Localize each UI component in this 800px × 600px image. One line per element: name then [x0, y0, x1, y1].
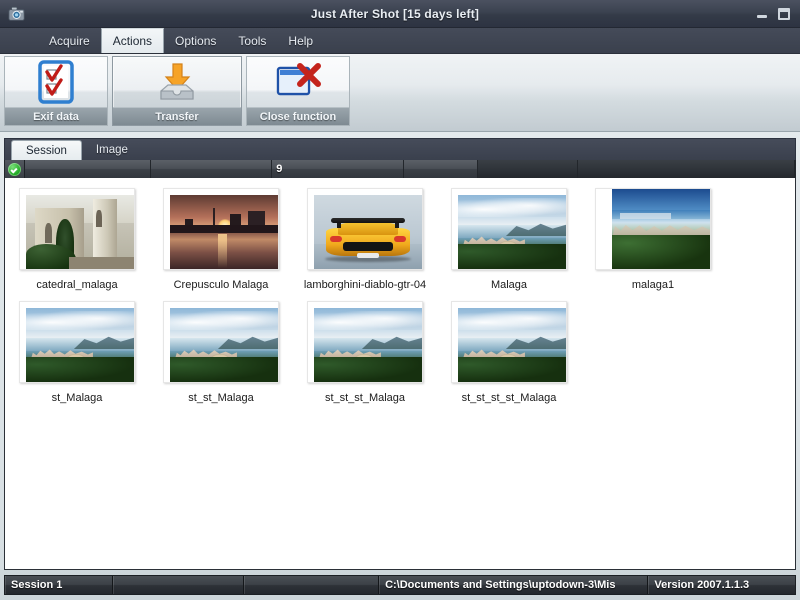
thumbnail-image	[314, 308, 422, 382]
thumbnail-caption: st_st_st_st_Malaga	[462, 392, 557, 404]
thumbnail-caption: catedral_malaga	[36, 279, 117, 291]
column-header-5[interactable]	[578, 160, 795, 178]
status-cell-3: C:\Documents and Settings\uptodown-3\Mis	[379, 576, 648, 594]
content-panel: SessionImage 9 catedral_malaga Crepusculo…	[0, 132, 800, 570]
status-cell-1	[113, 576, 245, 594]
thumbnail-item[interactable]: st_st_Malaga	[149, 291, 293, 404]
thumbnail-frame[interactable]	[451, 188, 567, 270]
checklist-icon	[5, 57, 107, 107]
window-close-icon	[247, 57, 349, 107]
window-controls	[756, 8, 800, 20]
thumbnail-item[interactable]: catedral_malaga	[5, 178, 149, 291]
tab-image[interactable]: Image	[82, 140, 142, 160]
thumbnail-canvas[interactable]: catedral_malaga Crepusculo Malaga lamborgh…	[4, 178, 796, 570]
thumbnail-item[interactable]: malaga1	[581, 178, 725, 291]
thumbnail-frame[interactable]	[19, 188, 135, 270]
status-bar: Session 1 C:\Documents and Settings\uptod…	[4, 575, 796, 595]
thumbnail-image	[26, 195, 134, 269]
toolbar-button-label: Close function	[247, 107, 349, 125]
thumbnail-row: st_Malaga st_st_Malaga st_st_st_Malaga st_s…	[5, 291, 795, 404]
column-header-3[interactable]	[404, 160, 478, 178]
thumbnail-item[interactable]: st_st_st_st_Malaga	[437, 291, 581, 404]
menu-item-options[interactable]: Options	[164, 28, 227, 53]
thumbnail-caption: st_st_Malaga	[188, 392, 253, 404]
thumbnail-caption: Malaga	[491, 279, 527, 291]
thumbnail-caption: malaga1	[632, 279, 674, 291]
thumbnail-item[interactable]: Crepusculo Malaga	[149, 178, 293, 291]
close-function-button[interactable]: Close function	[246, 56, 350, 126]
status-cell-4: Version 2007.1.1.3	[648, 576, 795, 594]
thumbnail-caption: st_Malaga	[52, 392, 103, 404]
thumbnail-image	[612, 189, 710, 269]
menu-item-acquire[interactable]: Acquire	[38, 28, 101, 53]
thumbnail-item[interactable]: st_Malaga	[5, 291, 149, 404]
application-window: Just After Shot [15 days left] AcquireAc…	[0, 0, 800, 600]
minimize-button[interactable]	[756, 8, 768, 20]
transfer-button[interactable]: Transfer	[112, 56, 242, 126]
download-tray-icon	[113, 57, 241, 107]
status-cell-2	[244, 576, 379, 594]
thumbnail-image	[458, 195, 566, 269]
thumbnail-caption: Crepusculo Malaga	[174, 279, 269, 291]
thumbnail-item[interactable]: lamborghini-diablo-gtr-04	[293, 178, 437, 291]
thumbnail-image	[26, 308, 134, 382]
thumbnail-frame[interactable]	[19, 301, 135, 383]
thumbnail-frame[interactable]	[163, 188, 279, 270]
thumbnail-item[interactable]: Malaga	[437, 178, 581, 291]
column-header-1[interactable]	[151, 160, 273, 178]
green-check-icon	[8, 163, 21, 176]
thumbnail-frame[interactable]	[307, 188, 423, 270]
thumbnail-frame[interactable]	[163, 301, 279, 383]
toolbar-button-label: Exif data	[5, 107, 107, 125]
status-cell-0: Session 1	[5, 576, 113, 594]
thumbnail-frame[interactable]	[307, 301, 423, 383]
column-header-2[interactable]: 9	[272, 160, 404, 178]
window-title: Just After Shot [15 days left]	[34, 7, 756, 21]
thumbnail-item[interactable]: st_st_st_Malaga	[293, 291, 437, 404]
thumbnail-image	[170, 308, 278, 382]
toolbar: Exif data Transfer Close function	[0, 54, 800, 132]
menu-item-actions[interactable]: Actions	[101, 28, 164, 53]
camera-icon	[8, 5, 26, 23]
select-all-status[interactable]	[5, 160, 25, 178]
menu-bar: AcquireActionsOptionsToolsHelp	[0, 28, 800, 54]
status-bar-container: Session 1 C:\Documents and Settings\uptod…	[0, 570, 800, 600]
thumbnail-caption: st_st_st_Malaga	[325, 392, 405, 404]
column-header-bar: 9	[4, 160, 796, 178]
maximize-button[interactable]	[778, 8, 790, 20]
thumbnail-row: catedral_malaga Crepusculo Malaga lamborgh…	[5, 178, 795, 291]
thumbnail-image	[170, 195, 278, 269]
menu-item-tools[interactable]: Tools	[227, 28, 277, 53]
app-icon-container	[0, 5, 34, 23]
title-bar: Just After Shot [15 days left]	[0, 0, 800, 28]
thumbnail-image	[314, 195, 422, 269]
tab-session[interactable]: Session	[11, 140, 82, 160]
tab-strip: SessionImage	[4, 138, 796, 160]
menu-item-help[interactable]: Help	[277, 28, 324, 53]
column-header-4[interactable]	[478, 160, 578, 178]
toolbar-button-label: Transfer	[113, 107, 241, 125]
thumbnail-image	[458, 308, 566, 382]
thumbnail-frame[interactable]	[451, 301, 567, 383]
column-header-0[interactable]	[25, 160, 151, 178]
thumbnail-caption: lamborghini-diablo-gtr-04	[304, 279, 426, 291]
thumbnail-frame[interactable]	[595, 188, 711, 270]
exif-data-button[interactable]: Exif data	[4, 56, 108, 126]
